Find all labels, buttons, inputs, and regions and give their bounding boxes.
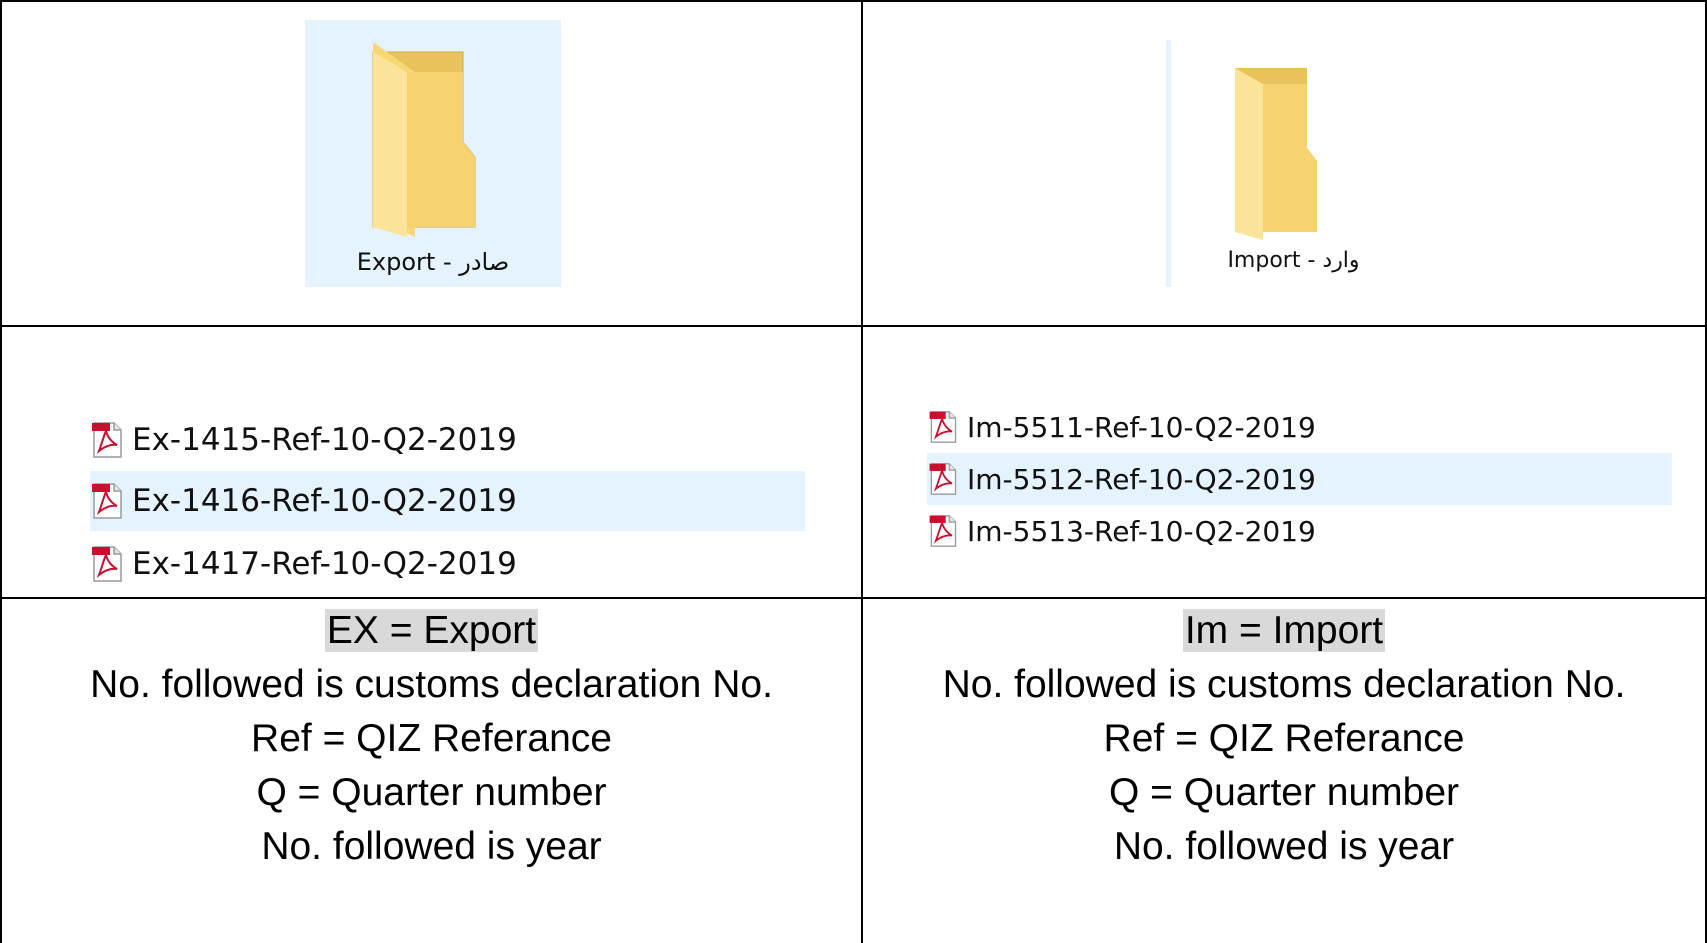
table-divider-row2 xyxy=(0,597,1707,599)
file-row-export-2[interactable]: Ex-1416-Ref-10-Q2-2019 xyxy=(90,471,805,531)
file-row-import-3[interactable]: Im-5513-Ref-10-Q2-2019 xyxy=(927,505,1672,557)
folder-icon xyxy=(1235,68,1317,240)
export-legend: EX = Export No. followed is customs decl… xyxy=(2,604,861,874)
import-legend: Im = Import No. followed is customs decl… xyxy=(863,604,1705,874)
export-folder[interactable]: Export - صادر xyxy=(305,20,561,287)
legend-line: Q = Quarter number xyxy=(1108,771,1460,814)
file-name: Im-5513-Ref-10-Q2-2019 xyxy=(967,514,1316,548)
file-row-export-3[interactable]: Ex-1417-Ref-10-Q2-2019 xyxy=(90,534,805,594)
legend-heading: EX = Export xyxy=(324,609,539,652)
file-name: Im-5511-Ref-10-Q2-2019 xyxy=(967,410,1316,444)
pdf-file-icon xyxy=(92,483,122,519)
legend-line: Ref = QIZ Referance xyxy=(251,717,612,760)
legend-line: No. followed is year xyxy=(1113,825,1455,868)
legend-line: Ref = QIZ Referance xyxy=(1103,717,1465,760)
export-folder-label: Export - صادر xyxy=(356,248,510,276)
folder-icon xyxy=(372,42,476,237)
legend-line: Q = Quarter number xyxy=(256,771,607,814)
pdf-file-icon xyxy=(929,515,957,547)
file-name: Ex-1415-Ref-10-Q2-2019 xyxy=(132,422,517,458)
pdf-file-icon xyxy=(929,411,957,443)
legend-line: No. followed is customs declaration No. xyxy=(942,663,1626,706)
pdf-file-icon xyxy=(92,422,122,458)
table-divider-row1 xyxy=(0,325,1707,327)
file-name: Im-5512-Ref-10-Q2-2019 xyxy=(967,462,1316,496)
file-row-export-1[interactable]: Ex-1415-Ref-10-Q2-2019 xyxy=(90,410,805,470)
legend-line: No. followed is customs declaration No. xyxy=(90,663,773,706)
file-name: Ex-1416-Ref-10-Q2-2019 xyxy=(132,483,517,519)
import-folder-label: Import - وارد xyxy=(1227,248,1360,273)
file-name: Ex-1417-Ref-10-Q2-2019 xyxy=(132,546,517,582)
legend-heading: Im = Import xyxy=(1182,609,1386,652)
table-border-top xyxy=(0,0,1707,2)
import-folder[interactable]: Import - وارد xyxy=(1166,40,1416,287)
pdf-file-icon xyxy=(929,463,957,495)
legend-line: No. followed is year xyxy=(261,825,602,868)
file-row-import-2[interactable]: Im-5512-Ref-10-Q2-2019 xyxy=(927,453,1672,505)
pdf-file-icon xyxy=(92,546,122,582)
file-row-import-1[interactable]: Im-5511-Ref-10-Q2-2019 xyxy=(927,401,1672,453)
